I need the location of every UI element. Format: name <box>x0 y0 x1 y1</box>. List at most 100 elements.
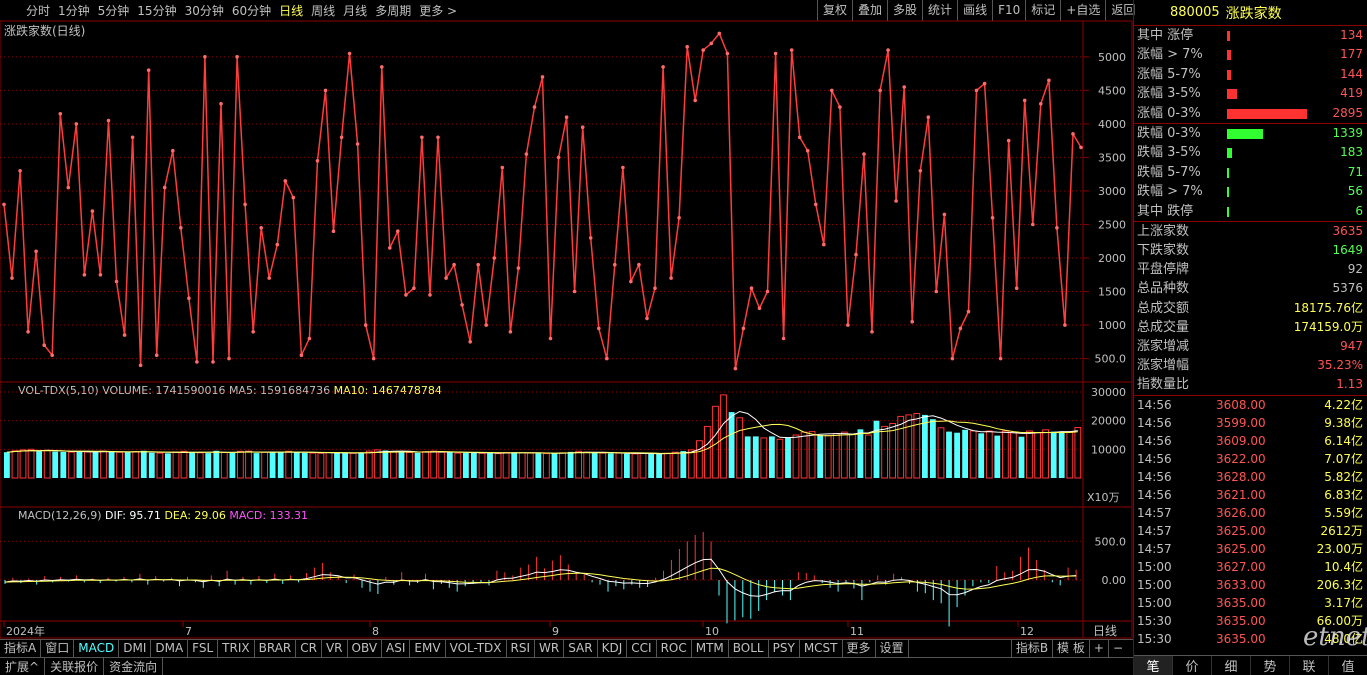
vol-bar <box>1058 432 1065 478</box>
vol-bar <box>334 452 340 478</box>
indicator-tab-10[interactable]: OBV <box>348 640 383 657</box>
indicator-tab-13[interactable]: VOL-TDX <box>446 640 507 657</box>
vol-bar <box>84 451 91 479</box>
vol-bar <box>648 453 654 478</box>
vol-bar <box>502 452 510 479</box>
series-point <box>235 55 239 59</box>
indicator-tab-0[interactable]: 指标A <box>0 640 42 657</box>
series-point <box>339 135 344 140</box>
sidebar-tab-1[interactable]: 价 <box>1173 656 1212 675</box>
series-point <box>1022 98 1027 103</box>
indicator-right-button-2[interactable]: + <box>1088 640 1108 657</box>
breakdown-row: 跌幅 0-3% 1339 <box>1134 124 1367 143</box>
indicator-tab-16[interactable]: SAR <box>564 640 598 657</box>
series-point <box>171 148 175 153</box>
sidebar-tab-2[interactable]: 细 <box>1212 656 1251 675</box>
tick-volume: 2612万 <box>1320 523 1363 538</box>
breakdown-value: 71 <box>1347 164 1363 179</box>
indicator-tab-4[interactable]: DMA <box>151 640 189 657</box>
vol-bar <box>905 414 913 479</box>
stat-row: 涨家增幅 35.23% <box>1134 356 1367 375</box>
series-point <box>797 135 802 140</box>
vol-ma10-line <box>6 420 1078 454</box>
indicator-tab-2[interactable]: MACD <box>74 640 120 657</box>
bottom-tab-0[interactable]: 扩展^ <box>0 658 46 675</box>
indicator-tab-12[interactable]: EMV <box>410 640 446 657</box>
indicator-tab-20[interactable]: MTM <box>692 640 729 657</box>
indicator-tab-11[interactable]: ASI <box>382 640 411 657</box>
sidebar-tab-3[interactable]: 势 <box>1251 656 1290 675</box>
vol-bar <box>639 452 647 479</box>
breakdown-bar <box>1227 128 1263 139</box>
breakdown-bar <box>1227 69 1231 80</box>
sidebar-tab-5[interactable]: 值 <box>1329 656 1367 675</box>
indicator-tab-18[interactable]: CCI <box>627 640 657 657</box>
indicator-tab-9[interactable]: VR <box>322 640 348 657</box>
series-point <box>82 273 87 277</box>
tick-volume: 3.17亿 <box>1324 595 1363 610</box>
sidebar-tab-4[interactable]: 联 <box>1290 656 1329 675</box>
date-label: 11 <box>850 625 864 638</box>
series-point <box>492 256 497 260</box>
vol-bar <box>1002 430 1009 479</box>
date-label: 9 <box>552 625 559 638</box>
vol-bar <box>317 452 325 479</box>
breakdown-row: 涨幅 0-3% 2895 <box>1134 104 1367 123</box>
series-point <box>154 353 159 358</box>
vol-bar <box>261 451 269 479</box>
period-label: 日线 <box>1093 624 1117 638</box>
tick-list[interactable]: 14:56 3608.00 4.22亿 14:56 3599.00 9.38亿 14:56 3… <box>1134 396 1367 648</box>
indicator-tab-3[interactable]: DMI <box>119 640 152 657</box>
indicator-tab-6[interactable]: TRIX <box>218 640 255 657</box>
indicator-right-button-3[interactable]: − <box>1107 640 1127 657</box>
series-point <box>597 326 601 331</box>
series-point <box>219 102 223 106</box>
series-point <box>468 340 473 344</box>
vol-bar <box>631 453 639 479</box>
indicator-tab-22[interactable]: PSY <box>769 640 800 657</box>
bottom-tab-1[interactable]: 关联报价 <box>45 658 105 675</box>
series-point <box>380 65 384 69</box>
vol-bar <box>744 436 751 478</box>
vol-bar <box>365 450 373 479</box>
tick-volume: 206.3亿 <box>1316 577 1363 592</box>
indicator-tab-19[interactable]: ROC <box>657 640 692 657</box>
tick-price: 3635.00 <box>1216 631 1266 646</box>
indicator-tab-14[interactable]: RSI <box>507 640 536 657</box>
tick-time: 14:56 <box>1137 451 1172 466</box>
tick-price: 3628.00 <box>1216 469 1266 484</box>
indicator-tab-17[interactable]: KDJ <box>598 640 628 657</box>
indicator-tab-5[interactable]: FSL <box>188 640 219 657</box>
series-point <box>580 125 585 129</box>
series-point <box>862 152 866 156</box>
tick-row: 14:57 3625.00 2612万 <box>1134 522 1367 540</box>
indicator-tab-1[interactable]: 窗口 <box>41 640 75 657</box>
series-point <box>661 65 665 69</box>
indicator-tab-23[interactable]: MCST <box>800 640 843 657</box>
sidebar-tabs: 笔价细势联值 <box>1134 655 1367 675</box>
sidebar-tab-0[interactable]: 笔 <box>1134 656 1173 675</box>
y-tick-label: 30000 <box>1091 386 1126 399</box>
vol-bar <box>189 451 195 478</box>
series-point <box>203 55 207 59</box>
indicator-tab-8[interactable]: CR <box>296 640 322 657</box>
indicator-right-button-0[interactable]: 指标B <box>1010 640 1052 657</box>
y-tick-label: 20000 <box>1091 415 1126 428</box>
series-point <box>98 273 103 277</box>
chart-area[interactable]: 涨跌家数(日线) 5000 4500 4000 3500 3000 2500 2000 1500… <box>0 0 1133 639</box>
bottom-tab-2[interactable]: 资金流向 <box>104 658 164 675</box>
indicator-tab-7[interactable]: BRAR <box>255 640 297 657</box>
indicator-right-button-1[interactable]: 模 板 <box>1052 640 1089 657</box>
indicator-tab-25[interactable]: 设置 <box>876 640 909 657</box>
y-tick-label: 2000 <box>1098 252 1126 265</box>
tick-price: 3627.00 <box>1216 559 1266 574</box>
indicator-tab-21[interactable]: BOLL <box>729 640 769 657</box>
indicator-tab-24[interactable]: 更多 <box>843 640 876 657</box>
vol-bar <box>309 452 317 479</box>
series-point <box>420 135 424 140</box>
y-tick-label: 1500 <box>1098 286 1126 299</box>
indicator-tab-15[interactable]: WR <box>535 640 565 657</box>
series-point <box>1031 222 1035 227</box>
vol-bar <box>728 412 735 478</box>
tick-volume: 5.59亿 <box>1324 505 1363 520</box>
